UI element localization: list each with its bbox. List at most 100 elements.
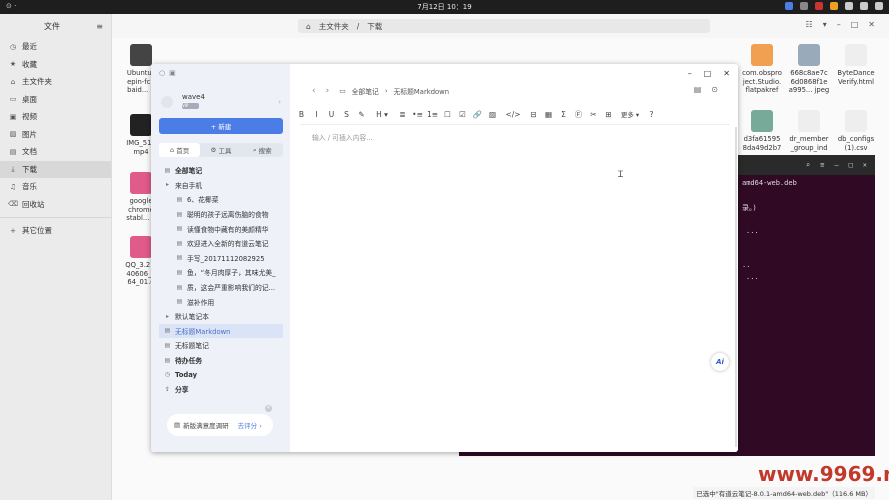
note-tree-item[interactable]: ▤ 聪明的孩子远离伤脑的食物 — [159, 207, 283, 222]
sidebar-item[interactable]: ◷ 最近 — [0, 38, 111, 56]
close-survey-icon[interactable]: ✕ — [265, 405, 272, 412]
maximize-icon[interactable]: □ — [851, 20, 859, 29]
file-item[interactable]: db_configs (1).csv — [828, 110, 884, 152]
maximize-icon[interactable]: □ — [704, 69, 712, 78]
toolbar-button[interactable]: I — [311, 110, 322, 119]
terminal-close-icon[interactable]: ✕ — [863, 161, 867, 169]
tab-tools[interactable]: ⚙ 工具 — [200, 143, 241, 157]
note-tree-item[interactable]: ▤ 欢迎进入全新的有道云笔记 — [159, 236, 283, 251]
tray-icon[interactable] — [875, 2, 883, 10]
tray-icon[interactable] — [815, 2, 823, 10]
circle-icon[interactable]: ○ — [159, 69, 165, 77]
toolbar-button[interactable]: ▨ — [487, 110, 498, 119]
note-tree-item[interactable]: ⇪ 分享 — [159, 382, 283, 397]
clock[interactable]: 7月12日 10：19 — [0, 2, 889, 12]
toolbar-button[interactable]: •≡ — [412, 110, 423, 119]
minimize-icon[interactable]: – — [688, 69, 692, 78]
breadcrumb[interactable]: ⌂ 主文件夹 / 下载 — [298, 19, 710, 33]
sidebar-item[interactable]: + 其它位置 — [0, 222, 111, 240]
toolbar-button[interactable]: ✎ — [356, 110, 367, 119]
sidebar-item[interactable]: ⌂ 主文件夹 — [0, 73, 111, 91]
sidebar-item[interactable]: ▭ 桌面 — [0, 91, 111, 109]
toolbar-button[interactable]: H ▾ — [371, 110, 393, 119]
note-tree-item[interactable]: ▤ 鱼，“冬月肉厚子，其味尤美_ — [159, 265, 283, 280]
note-tree-item[interactable]: ▤ 全部笔记 — [159, 163, 283, 178]
terminal-maximize-icon[interactable]: □ — [849, 161, 853, 169]
tab-search[interactable]: ⌕ 搜索 — [242, 143, 283, 157]
note-tree-item[interactable]: ▤ 6、花椰菜 — [159, 192, 283, 207]
survey-banner[interactable]: ▤ 新版满意度调研 去评分 › — [167, 414, 273, 436]
new-note-button[interactable]: + 新建 — [159, 118, 283, 134]
note-tree-item[interactable]: ▤ 质，这会严重影响我们的记... — [159, 280, 283, 295]
view-options-icon[interactable]: ☷ — [806, 20, 813, 29]
toolbar-button[interactable]: ≣ — [397, 110, 408, 119]
toolbar-button[interactable]: 1≡ — [427, 110, 438, 119]
toolbar-button[interactable]: ⊞ — [603, 110, 614, 119]
sidebar-item[interactable]: ★ 收藏 — [0, 56, 111, 74]
note-tree-item[interactable]: ▸ 来自手机 — [159, 178, 283, 193]
close-icon[interactable]: ✕ — [723, 69, 730, 78]
sidebar-item[interactable]: ▤ 文档 — [0, 143, 111, 161]
folder-icon: ▭ — [339, 87, 346, 95]
tray-icon[interactable] — [860, 2, 868, 10]
rate-link[interactable]: 去评分 › — [238, 420, 262, 430]
menu-icon[interactable]: ≡ — [96, 22, 103, 31]
toolbar-button[interactable]: U — [326, 110, 337, 119]
toolbar-button[interactable]: 🔗 — [472, 110, 483, 119]
toolbar-button[interactable]: ☐ — [442, 110, 453, 119]
tab-home[interactable]: ⌂ 首页 — [159, 143, 201, 157]
editor-input[interactable]: 输入 / 可插入内容... — [312, 132, 373, 142]
sidebar-item[interactable]: ▣ 视频 — [0, 108, 111, 126]
sidebar-item[interactable]: ▨ 图片 — [0, 126, 111, 144]
note-tree-label: 欢迎进入全新的有道云笔记 — [187, 240, 269, 249]
toolbar-button[interactable]: ✂ — [588, 110, 599, 119]
avatar[interactable] — [161, 96, 173, 108]
toolbar-button[interactable]: ⊟ — [528, 110, 539, 119]
toolbar-button[interactable]: ▦ — [543, 110, 554, 119]
file-item[interactable]: ByteDance Verify.html — [828, 44, 884, 86]
tray-icon[interactable] — [830, 2, 838, 10]
toolbar-button[interactable]: Σ — [558, 110, 569, 119]
sidebar-item[interactable]: ⤓ 下载 — [0, 160, 111, 178]
breadcrumb-current[interactable]: 无标题Markdown — [394, 86, 450, 96]
tab-search-label: 搜索 — [258, 147, 272, 155]
outline-icon[interactable]: ▤ — [694, 85, 702, 94]
minimize-icon[interactable]: – — [837, 20, 841, 29]
sidebar-item[interactable]: ♫ 音乐 — [0, 178, 111, 196]
terminal-minimize-icon[interactable]: – — [834, 161, 838, 169]
more-button[interactable]: 更多 ▾ — [618, 109, 642, 119]
editor-scrollbar[interactable] — [735, 127, 737, 447]
toolbar-button[interactable]: ☑ — [457, 110, 468, 119]
note-tree-item[interactable]: ▸ 默认笔记本 — [159, 309, 283, 324]
toolbar-button[interactable]: B — [296, 110, 307, 119]
user-profile[interactable]: wave4 VIP › — [161, 92, 281, 114]
toolbar-button[interactable]: </> — [502, 110, 524, 119]
sort-icon[interactable]: ▾ — [823, 20, 827, 29]
layout-icon[interactable]: ▣ — [169, 69, 176, 77]
note-tree-item[interactable]: ▤ 手写_20171112082925 — [159, 251, 283, 266]
breadcrumb-home[interactable]: 主文件夹 — [319, 21, 349, 32]
breadcrumb-root[interactable]: 全部笔记 — [352, 86, 379, 96]
note-tree-item[interactable]: ▤ 无标题Markdown — [159, 323, 283, 339]
note-tree-item[interactable]: ◷ Today — [159, 367, 283, 382]
note-tree-item[interactable]: ▤ 读懂食物中藏有的美颜精华 — [159, 221, 283, 236]
toolbar-button[interactable]: Ⓕ — [573, 109, 584, 120]
note-tree-item[interactable]: ▤ 滋补作用 — [159, 294, 283, 309]
breadcrumb-downloads[interactable]: 下载 — [367, 21, 382, 32]
tray-icon[interactable] — [800, 2, 808, 10]
tray-icon[interactable] — [785, 2, 793, 10]
terminal-window[interactable]: ⌕ ≡ – □ ✕ amd64-web.deb 录。) ... .. ... — [738, 155, 875, 455]
help-icon[interactable]: ? — [646, 110, 657, 119]
forward-arrow-icon[interactable]: › — [326, 86, 330, 96]
settings-icon[interactable]: ⊙ — [711, 85, 718, 94]
back-arrow-icon[interactable]: ‹ — [312, 86, 316, 96]
sidebar-item[interactable]: ⌫ 回收站 — [0, 196, 111, 214]
toolbar-button[interactable]: S — [341, 110, 352, 119]
tray-icon[interactable] — [845, 2, 853, 10]
note-tree-item[interactable]: ▤ 无标题笔记 — [159, 338, 283, 353]
terminal-search-icon[interactable]: ⌕ — [806, 161, 810, 169]
close-icon[interactable]: ✕ — [868, 20, 875, 29]
note-tree-item[interactable]: ▤ 待办任务 — [159, 353, 283, 368]
terminal-menu-icon[interactable]: ≡ — [820, 161, 824, 169]
ai-assistant-button[interactable]: Ai — [711, 353, 729, 371]
